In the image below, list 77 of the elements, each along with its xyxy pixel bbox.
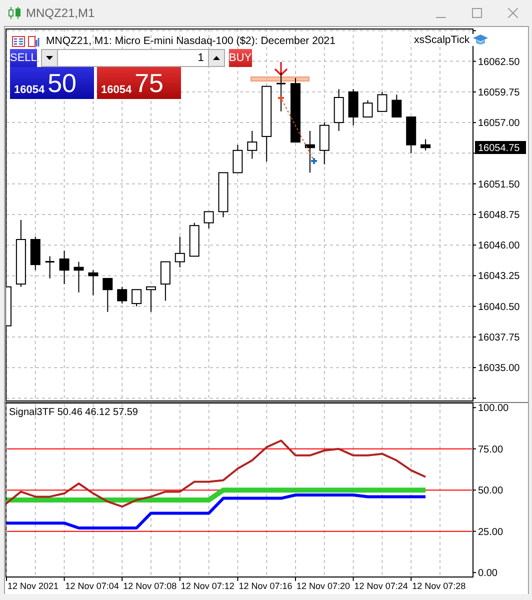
candlestick (362, 100, 373, 118)
candlestick (189, 222, 200, 257)
value-axis-label: 0.00 (478, 568, 498, 580)
price-axis-label: 16037.75 (478, 332, 520, 344)
candlestick (290, 78, 300, 143)
expert-name: xsScalpTick (414, 34, 470, 46)
window-title: MNQZ21,M1 (26, 6, 95, 20)
candlestick (102, 278, 113, 312)
grid-icon (12, 36, 25, 46)
price-axis-label: 16057.00 (478, 118, 520, 130)
down-triangle-icon (46, 56, 53, 60)
candlestick (160, 261, 170, 302)
decrease-button[interactable] (40, 49, 58, 67)
dotted-line (282, 100, 314, 160)
candlestick (348, 88, 358, 126)
value-axis-label: 100.00 (478, 403, 509, 414)
candlestick (132, 289, 142, 307)
value-axis-label: 50.00 (478, 486, 504, 497)
sell-price-button[interactable]: 16054 50 (10, 67, 94, 99)
candlestick (146, 286, 156, 312)
graduation-cap-icon (472, 34, 488, 46)
candlestick (117, 286, 128, 304)
candlestick (59, 250, 70, 285)
document-icon (28, 36, 40, 46)
time-axis-label: 12 Nov 07:24 (354, 581, 408, 591)
price-axis-label: 16046.00 (478, 240, 520, 252)
candlestick (276, 72, 286, 112)
candlestick (204, 211, 214, 229)
volume-field[interactable]: 1 (58, 49, 208, 67)
indicator-label: Signal3TF 50.46 46.12 57.59 (9, 407, 138, 418)
candlestick (45, 256, 54, 279)
current-price-label: 16054.75 (475, 141, 526, 154)
down-arrow-icon (274, 61, 288, 76)
price-axis-label: 16040.50 (478, 302, 520, 313)
increase-button[interactable] (208, 49, 225, 67)
price-axis-label: 16051.50 (478, 179, 520, 190)
candlestick (218, 172, 228, 218)
time-axis-label: 12 Nov 07:04 (65, 581, 119, 591)
plus-marker-icon (310, 157, 318, 165)
value-axis-label: 25.00 (478, 526, 504, 538)
time-axis-label: 12 Nov 07:12 (180, 581, 234, 591)
minimize-icon (436, 17, 446, 18)
buy-price-button[interactable]: 16054 75 (97, 67, 181, 99)
price-axis-label: 16035.00 (478, 363, 520, 374)
candlestick-icon (8, 6, 22, 20)
price-level-band (250, 76, 310, 82)
time-axis-label: 12 Nov 07:08 (123, 581, 177, 591)
chart-header: MNQZ21, M1: Micro E-mini Nasdaq-100 ($2): December 2021 (46, 35, 336, 47)
time-axis-label: 12 Nov 07:16 (238, 581, 292, 591)
candlestick (88, 270, 98, 296)
price-axis-label: 16059.75 (478, 87, 520, 98)
maximize-icon (472, 8, 482, 18)
value-axis-label: 75.00 (478, 444, 504, 456)
candlestick (30, 236, 40, 271)
candlestick (304, 130, 315, 174)
price-axis-label: 16048.75 (478, 210, 520, 221)
candlestick (377, 91, 388, 112)
candlestick (392, 94, 402, 118)
plus-marker-icon (277, 94, 285, 102)
candlestick (232, 144, 243, 174)
candlestick (16, 220, 26, 288)
price-axis-label: 16062.50 (478, 56, 520, 68)
price-axis-label: 16043.25 (478, 271, 520, 282)
time-axis-label: 12 Nov 07:28 (412, 581, 466, 591)
up-triangle-icon (212, 56, 220, 60)
candlestick (319, 122, 330, 165)
buy-button[interactable]: BUY (228, 49, 252, 67)
candlestick (174, 236, 185, 268)
candlestick (247, 130, 258, 160)
candlestick (406, 116, 416, 154)
close-icon (508, 8, 518, 18)
candlestick (74, 261, 84, 293)
time-axis-label: 12 Nov 2021 (8, 581, 59, 591)
candlestick (334, 88, 344, 132)
candlestick (420, 138, 431, 151)
sell-button[interactable]: SELL (10, 49, 37, 67)
time-axis-label: 12 Nov 07:20 (296, 581, 350, 591)
